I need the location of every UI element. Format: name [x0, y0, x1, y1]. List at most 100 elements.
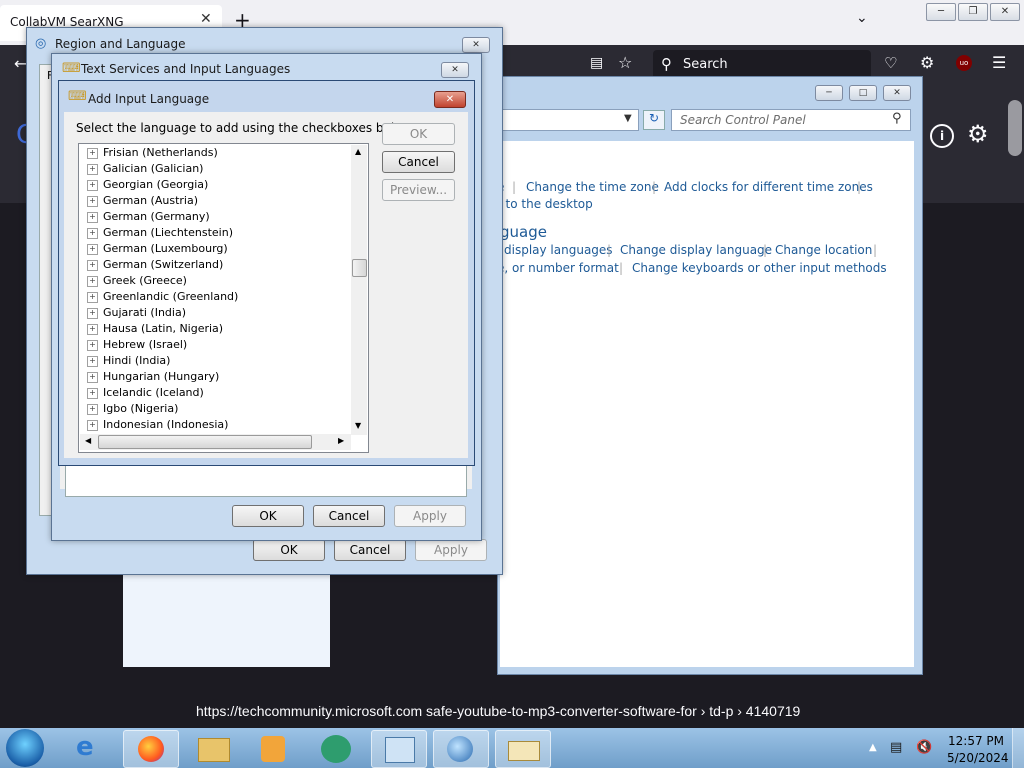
expand-plus-icon[interactable]: + [87, 419, 98, 431]
add-input-preview-button[interactable]: Preview... [382, 179, 455, 201]
expand-plus-icon[interactable]: + [87, 163, 98, 175]
taskbar-control-panel-icon[interactable] [371, 730, 427, 768]
change-display-language-link[interactable]: Change display language [620, 243, 772, 257]
vertical-scroll-thumb[interactable] [352, 259, 367, 277]
show-desktop-button[interactable] [1012, 728, 1024, 768]
list-item[interactable]: + Frisian (Netherlands) [87, 145, 218, 161]
taskbar-media-icon[interactable] [247, 730, 301, 766]
list-item[interactable]: + Greenlandic (Greenland) [87, 289, 238, 305]
horizontal-scrollbar[interactable]: ◀ ▶ [80, 434, 351, 450]
minimize-icon[interactable]: ─ [926, 3, 956, 21]
list-item[interactable]: + German (Switzerland) [87, 257, 223, 273]
expand-plus-icon[interactable]: + [87, 323, 98, 335]
list-item[interactable]: + German (Liechtenstein) [87, 225, 233, 241]
scroll-right-icon[interactable]: ▶ [338, 436, 344, 445]
expand-plus-icon[interactable]: + [87, 291, 98, 303]
expand-plus-icon[interactable]: + [87, 275, 98, 287]
vertical-scrollbar[interactable]: ▲ ▼ [351, 145, 367, 435]
tab-list-chevron-icon[interactable]: ⌄ [856, 10, 868, 26]
expand-plus-icon[interactable]: + [87, 307, 98, 319]
volume-muted-icon[interactable]: 🔇 [916, 740, 932, 755]
taskbar-ie-icon[interactable]: e [64, 730, 118, 766]
list-item[interactable]: + Hebrew (Israel) [87, 337, 187, 353]
horizontal-scroll-thumb[interactable] [98, 435, 312, 449]
cp-minimize-icon[interactable]: ─ [815, 85, 843, 101]
list-item[interactable]: + Galician (Galician) [87, 161, 203, 177]
pocket-icon[interactable]: ♡ [884, 54, 897, 72]
expand-plus-icon[interactable]: + [87, 243, 98, 255]
close-window-icon[interactable]: ✕ [990, 3, 1020, 21]
change-location-link[interactable]: Change location [775, 243, 872, 257]
expand-plus-icon[interactable]: + [87, 147, 98, 159]
cp-maximize-icon[interactable]: □ [849, 85, 877, 101]
list-item[interactable]: + Gujarati (India) [87, 305, 186, 321]
expand-plus-icon[interactable]: + [87, 387, 98, 399]
region-language-heading[interactable]: guage [500, 223, 547, 241]
restore-icon[interactable]: ❐ [958, 3, 988, 21]
expand-plus-icon[interactable]: + [87, 371, 98, 383]
taskbar-keyboard-icon[interactable] [495, 730, 551, 768]
taskbar-firefox-icon[interactable] [123, 730, 179, 768]
list-item[interactable]: + Georgian (Georgia) [87, 177, 208, 193]
list-item[interactable]: + German (Luxembourg) [87, 241, 228, 257]
page-scrollbar[interactable] [1008, 100, 1022, 156]
list-item[interactable]: + Hausa (Latin, Nigeria) [87, 321, 223, 337]
language-tree-list[interactable]: + Frisian (Netherlands) + Galician (Galici… [78, 143, 369, 453]
info-icon[interactable]: i [930, 124, 954, 148]
tab-close-icon[interactable]: ✕ [200, 11, 212, 27]
list-item[interactable]: + Indonesian (Indonesia) [87, 417, 228, 433]
region-cancel-button[interactable]: Cancel [334, 539, 406, 561]
add-input-close-icon[interactable]: ✕ [434, 91, 466, 108]
list-item[interactable]: + German (Germany) [87, 209, 210, 225]
reader-view-icon[interactable]: ▤ [590, 55, 603, 71]
address-dropdown-icon[interactable]: ▼ [624, 113, 632, 124]
change-format-link[interactable]: e, or number format [497, 261, 619, 275]
settings-gear-icon[interactable]: ⚙ [967, 120, 989, 148]
start-button[interactable] [6, 729, 44, 767]
clock-time[interactable]: 12:57 PM [948, 734, 1004, 748]
network-icon[interactable]: ▤ [890, 740, 902, 755]
cp-address-bar[interactable] [500, 109, 639, 131]
list-item[interactable]: + Hungarian (Hungary) [87, 369, 219, 385]
add-input-ok-button[interactable]: OK [382, 123, 455, 145]
text-services-cancel-button[interactable]: Cancel [313, 505, 385, 527]
list-item[interactable]: + Igbo (Nigeria) [87, 401, 178, 417]
expand-plus-icon[interactable]: + [87, 339, 98, 351]
expand-plus-icon[interactable]: + [87, 227, 98, 239]
taskbar-app-icon[interactable] [309, 730, 363, 766]
change-time-zone-link[interactable]: Change the time zone [526, 180, 659, 194]
add-clocks-link[interactable]: Add clocks for different time zones [664, 180, 873, 194]
cp-search-input[interactable]: Search Control Panel ⚲ [671, 109, 911, 131]
taskbar-explorer-icon[interactable] [186, 730, 240, 766]
region-close-icon[interactable]: ✕ [462, 37, 490, 53]
add-input-cancel-button[interactable]: Cancel [382, 151, 455, 173]
scroll-left-icon[interactable]: ◀ [85, 436, 91, 445]
region-apply-button[interactable]: Apply [415, 539, 487, 561]
extensions-icon[interactable]: ⚙ [920, 53, 934, 72]
text-services-apply-button[interactable]: Apply [394, 505, 466, 527]
scroll-up-icon[interactable]: ▲ [355, 147, 361, 156]
expand-plus-icon[interactable]: + [87, 211, 98, 223]
desktop-gadget-link[interactable]: t to the desktop [497, 197, 593, 211]
install-display-languages-link[interactable]: display languages [504, 243, 613, 257]
change-keyboards-link[interactable]: Change keyboards or other input methods [632, 261, 887, 275]
hamburger-menu-icon[interactable]: ☰ [992, 53, 1006, 72]
clock-date[interactable]: 5/20/2024 [947, 751, 1009, 765]
list-item[interactable]: + Greek (Greece) [87, 273, 187, 289]
region-ok-button[interactable]: OK [253, 539, 325, 561]
scroll-down-icon[interactable]: ▼ [355, 421, 361, 430]
taskbar-region-icon[interactable] [433, 730, 489, 768]
expand-plus-icon[interactable]: + [87, 179, 98, 191]
text-services-close-icon[interactable]: ✕ [441, 62, 469, 78]
list-item[interactable]: + Hindi (India) [87, 353, 170, 369]
expand-plus-icon[interactable]: + [87, 195, 98, 207]
list-item[interactable]: + German (Austria) [87, 193, 198, 209]
refresh-icon[interactable]: ↻ [643, 110, 665, 130]
bookmark-star-icon[interactable]: ☆ [618, 53, 632, 72]
text-services-ok-button[interactable]: OK [232, 505, 304, 527]
expand-plus-icon[interactable]: + [87, 259, 98, 271]
expand-plus-icon[interactable]: + [87, 403, 98, 415]
installed-services-list[interactable] [65, 462, 467, 497]
cp-close-icon[interactable]: ✕ [883, 85, 911, 101]
ublock-icon[interactable]: uo [956, 55, 972, 71]
